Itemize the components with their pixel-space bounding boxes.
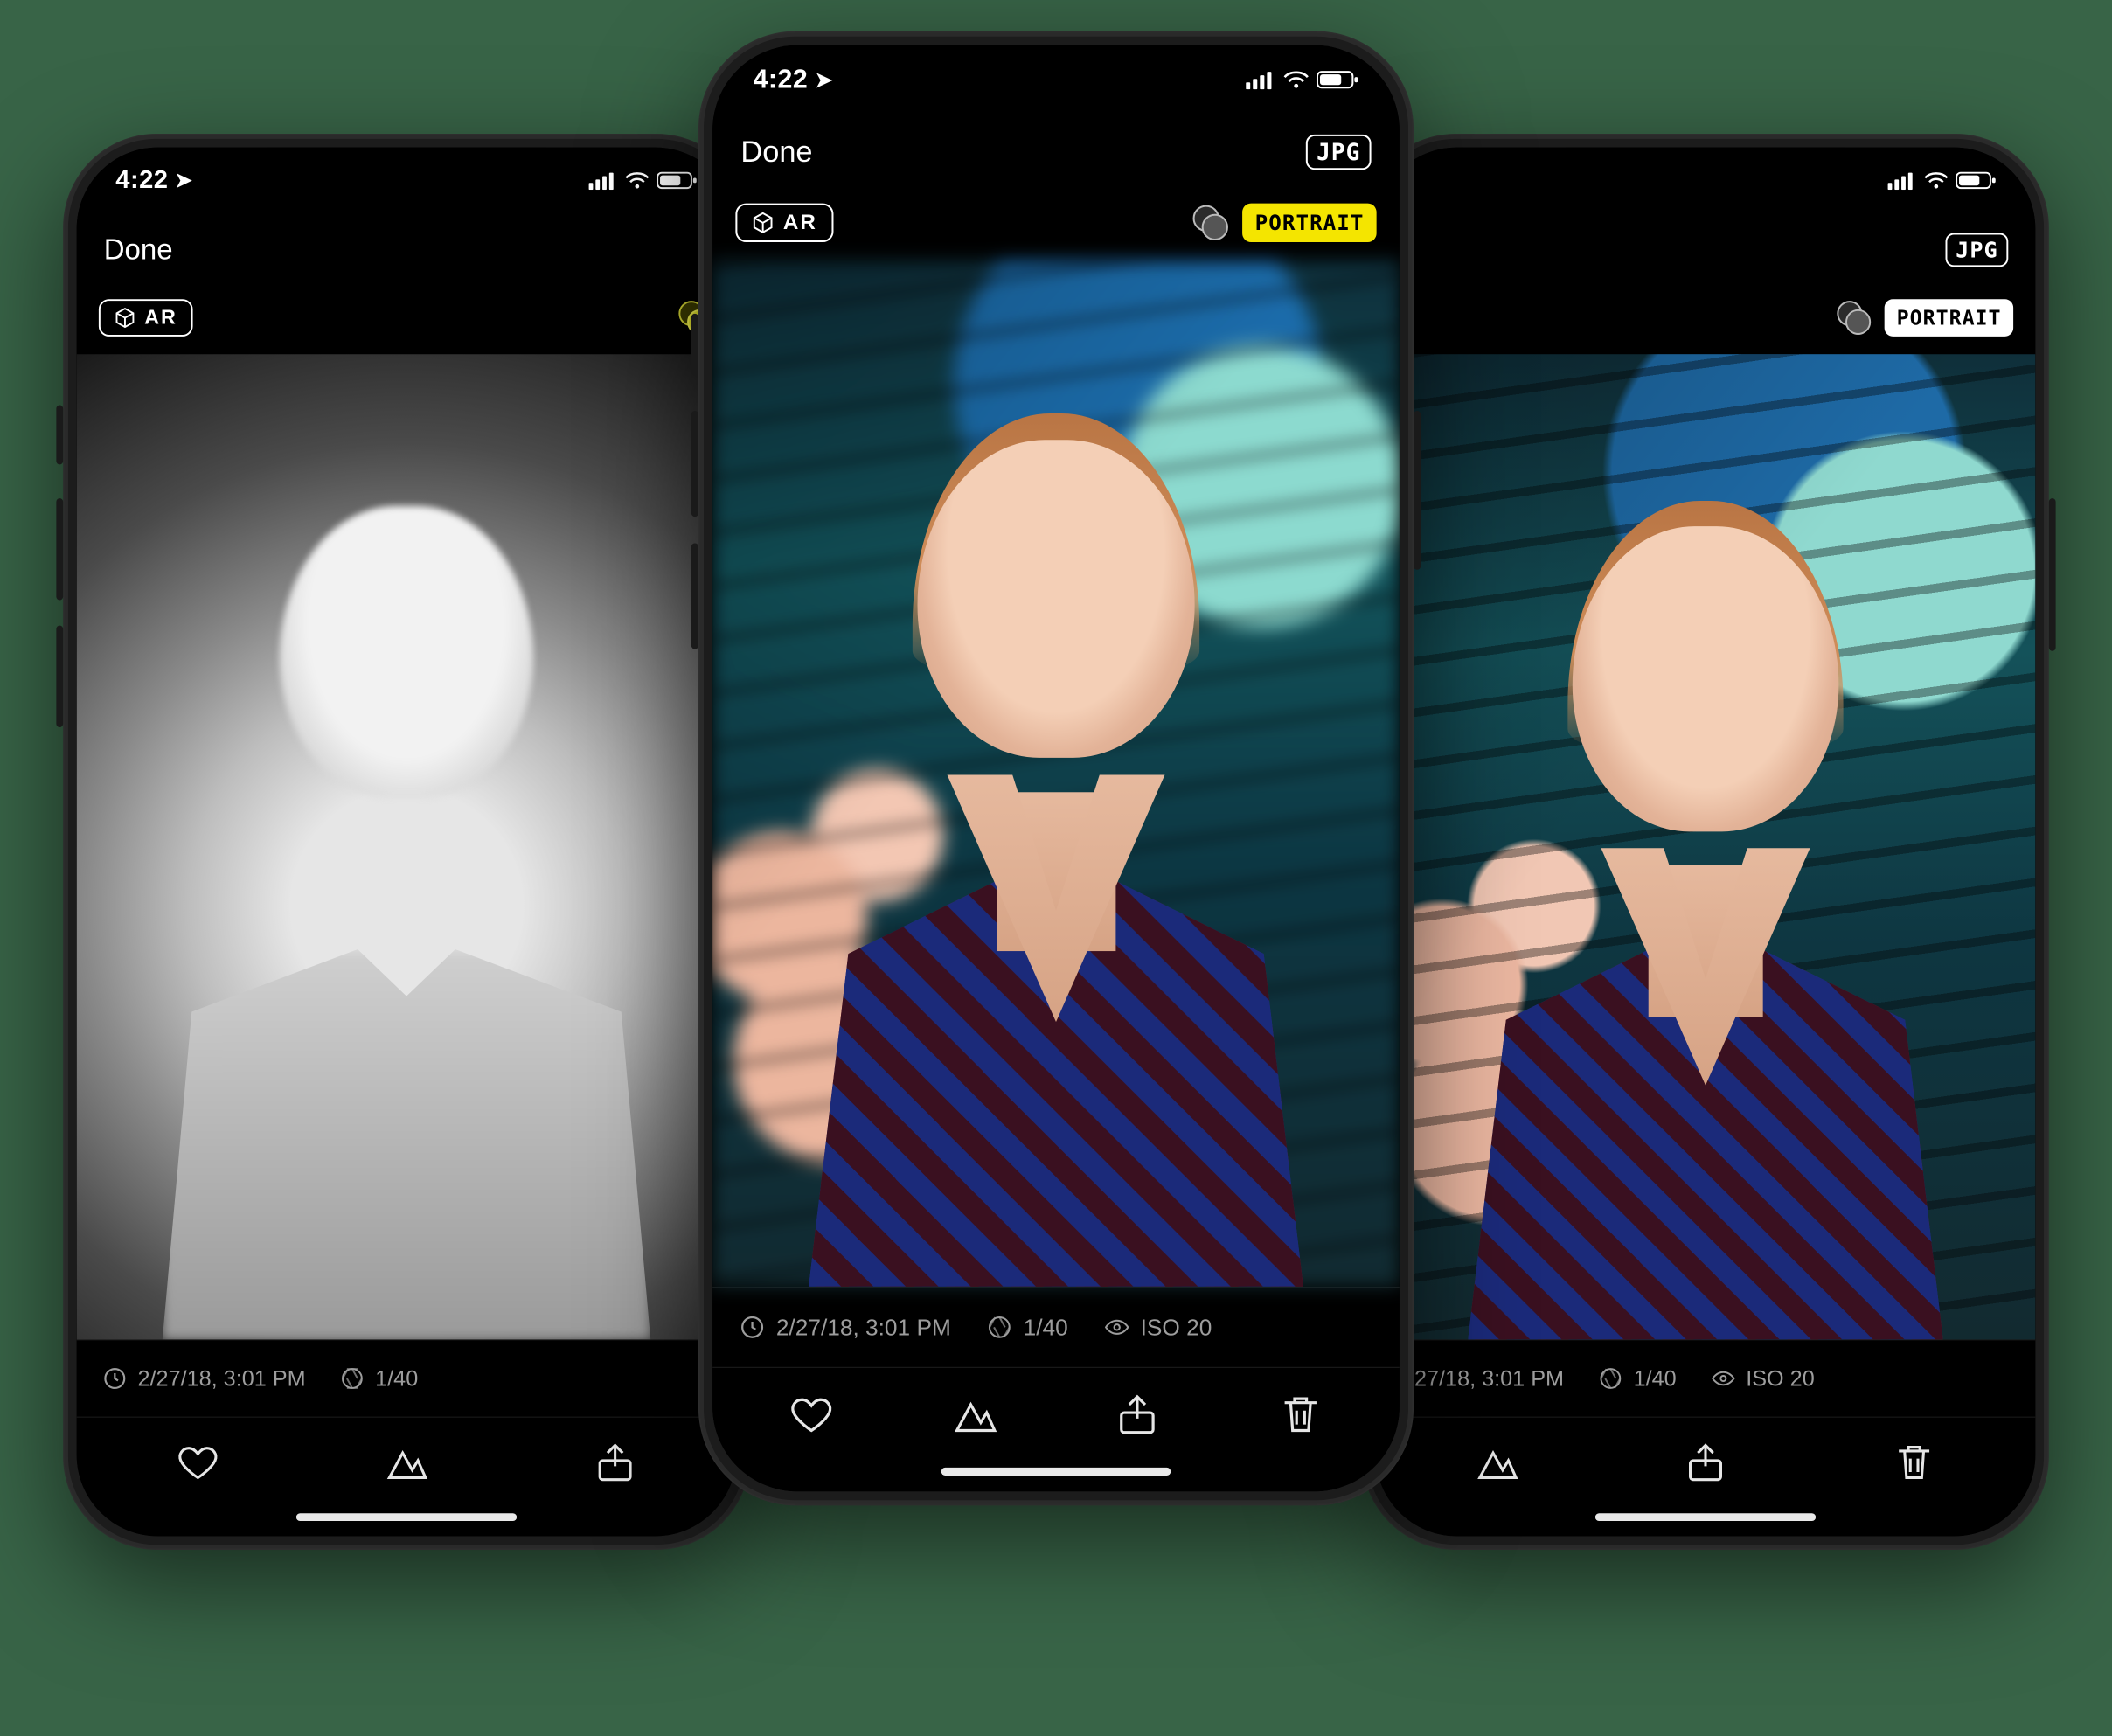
status-right <box>1246 69 1358 90</box>
delete-button[interactable] <box>1276 1391 1324 1439</box>
phone-left: 4:22 ➤ Done JPG AR <box>63 134 750 1550</box>
notch <box>910 45 1201 94</box>
nav-bar: Done JPG <box>712 115 1400 191</box>
delete-button[interactable] <box>1891 1440 1936 1485</box>
volume-up-button[interactable] <box>56 498 63 600</box>
meta-timestamp-value: 2/27/18, 3:01 PM <box>138 1365 306 1392</box>
meta-shutter-value: 1/40 <box>375 1365 418 1392</box>
status-time: 4:22 <box>115 166 168 195</box>
ar-cube-icon <box>114 307 135 329</box>
meta-iso-value: ISO 20 <box>1746 1365 1815 1392</box>
meta-iso: ISO 20 <box>1103 1314 1212 1341</box>
adjust-button[interactable] <box>1474 1440 1519 1485</box>
phone-right: 4:22 Done JPG PORTRAIT <box>1362 134 2049 1550</box>
clock-icon <box>739 1314 765 1340</box>
adjust-button[interactable] <box>951 1391 999 1439</box>
nav-bar: Done JPG <box>1376 213 2036 286</box>
home-indicator[interactable] <box>1595 1513 1816 1521</box>
meta-iso: ISO 20 <box>1710 1365 1814 1392</box>
meta-shutter: 1/40 <box>339 1365 418 1392</box>
tool-bar: PORTRAIT <box>1376 287 2036 350</box>
side-button[interactable] <box>2049 498 2056 651</box>
cellular-icon <box>1246 70 1275 89</box>
share-button[interactable] <box>1114 1391 1162 1439</box>
status-right <box>589 170 698 191</box>
meta-shutter: 1/40 <box>1598 1365 1677 1392</box>
done-button[interactable]: Done <box>104 233 173 267</box>
ar-label: AR <box>144 306 177 330</box>
meta-timestamp-value: 2/27/18, 3:01 PM <box>776 1314 951 1341</box>
metadata-row: 2/27/18, 3:01 PM 1/40 ISO 20 <box>712 1287 1400 1368</box>
volume-up-button[interactable] <box>691 411 698 517</box>
favorite-button[interactable] <box>788 1391 836 1439</box>
location-icon: ➤ <box>175 168 192 192</box>
eye-icon <box>1103 1314 1129 1340</box>
photo-subject <box>809 405 1303 1287</box>
meta-timestamp: 2/27/18, 3:01 PM <box>739 1314 950 1341</box>
meta-timestamp: 2/27/18, 3:01 PM <box>102 1365 306 1392</box>
depth-map-image <box>77 354 737 1339</box>
clock-icon <box>102 1365 128 1391</box>
mute-switch[interactable] <box>691 314 698 376</box>
meta-shutter: 1/40 <box>986 1314 1068 1341</box>
ar-label: AR <box>783 211 817 235</box>
battery-icon <box>1317 69 1358 90</box>
format-badge[interactable]: JPG <box>1306 135 1372 170</box>
aperture-icon <box>986 1314 1012 1340</box>
metadata-row: 2/27/18, 3:01 PM 1/40 ISO 20 <box>1376 1339 2036 1417</box>
aperture-icon <box>1598 1365 1623 1391</box>
adjust-button[interactable] <box>384 1440 429 1485</box>
portrait-button[interactable]: PORTRAIT <box>1243 204 1377 242</box>
meta-timestamp: 2/27/18, 3:01 PM <box>1401 1365 1564 1392</box>
favorite-button[interactable] <box>175 1440 220 1485</box>
photo-subject <box>1468 492 1942 1339</box>
meta-iso-value: ISO 20 <box>1141 1314 1212 1341</box>
notch <box>1566 148 1845 193</box>
status-right <box>1888 170 1997 191</box>
home-indicator[interactable] <box>296 1513 517 1521</box>
photo-viewport[interactable] <box>1376 354 2036 1339</box>
cellular-icon <box>589 171 618 190</box>
location-icon: ➤ <box>815 67 833 93</box>
photo-viewport[interactable] <box>712 260 1400 1287</box>
depth-toggle-icon[interactable] <box>1836 299 1873 337</box>
metadata-row: 2/27/18, 3:01 PM 1/40 <box>77 1339 737 1417</box>
volume-down-button[interactable] <box>691 543 698 649</box>
tool-bar: AR <box>77 287 737 350</box>
meta-timestamp-value: 2/27/18, 3:01 PM <box>1396 1365 1564 1392</box>
meta-shutter-value: 1/40 <box>1024 1314 1068 1341</box>
wifi-icon <box>624 171 650 190</box>
meta-shutter-value: 1/40 <box>1634 1365 1677 1392</box>
home-indicator[interactable] <box>941 1468 1171 1476</box>
eye-icon <box>1710 1365 1735 1391</box>
wifi-icon <box>1923 171 1949 190</box>
nav-bar: Done JPG <box>77 213 737 286</box>
tool-bar: AR PORTRAIT <box>712 190 1400 255</box>
ar-button[interactable]: AR <box>735 204 833 242</box>
ar-cube-icon <box>752 212 775 234</box>
status-time: 4:22 <box>754 65 809 94</box>
phone-middle: 4:22 ➤ Done JPG AR PORTRAIT <box>698 31 1414 1506</box>
wifi-icon <box>1283 70 1310 89</box>
volume-down-button[interactable] <box>56 626 63 727</box>
cellular-icon <box>1888 171 1917 190</box>
side-button[interactable] <box>1414 411 1421 570</box>
done-button[interactable]: Done <box>740 135 812 169</box>
aperture-icon <box>339 1365 365 1391</box>
mute-switch[interactable] <box>56 405 63 464</box>
battery-icon <box>657 170 698 191</box>
photo-viewport[interactable] <box>77 354 737 1339</box>
depth-toggle-icon[interactable] <box>1191 204 1230 242</box>
battery-icon <box>1956 170 1997 191</box>
ar-button[interactable]: AR <box>99 299 192 337</box>
notch <box>267 148 546 193</box>
format-badge[interactable]: JPG <box>1946 233 2009 267</box>
share-button[interactable] <box>592 1440 637 1485</box>
share-button[interactable] <box>1683 1440 1728 1485</box>
portrait-button[interactable]: PORTRAIT <box>1885 299 2013 337</box>
